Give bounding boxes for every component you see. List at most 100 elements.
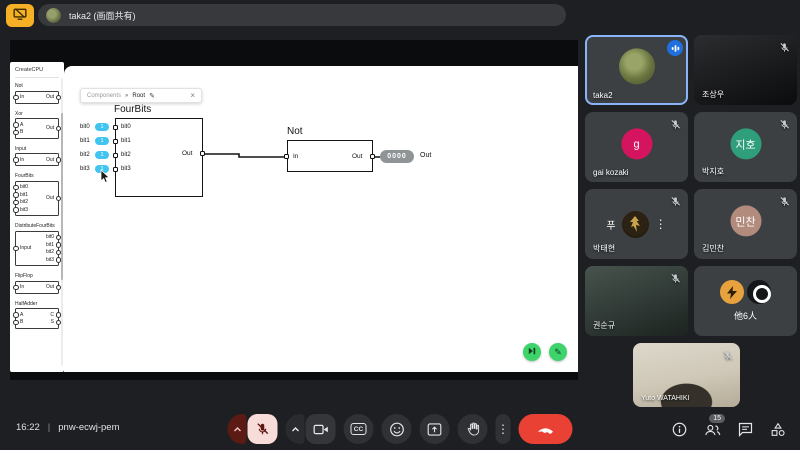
palette-item[interactable]: DistributeFourBits Input bit0bit1bit2bit… — [15, 223, 59, 266]
participant-tile[interactable]: ⋮ 권순규 권순규 — [585, 266, 688, 336]
end-call-button[interactable] — [519, 414, 573, 444]
palette-item-inputs: AB — [20, 122, 23, 136]
input-port[interactable] — [113, 167, 118, 172]
palette-item-box[interactable]: bit0bit1bit2bit3 Out — [15, 181, 59, 217]
participant-tile[interactable]: ⋮ 조상우 조상우 — [694, 35, 797, 105]
edit-icon[interactable]: ✎ — [149, 92, 155, 100]
raise-hand-button[interactable] — [458, 414, 488, 444]
port-label: Out — [46, 125, 54, 131]
output-value-pill: 0000 — [380, 150, 414, 163]
palette-item[interactable]: Xor AB Out — [15, 111, 59, 139]
palette-item-box[interactable]: AB CS — [15, 308, 59, 329]
palette-item[interactable]: FourBits bit0bit1bit2bit3 Out — [15, 173, 59, 216]
output-label: Out — [420, 152, 431, 159]
participant-name: 김민찬 — [702, 243, 724, 254]
activities-button[interactable] — [770, 422, 786, 437]
palette-item-inputs: bit0bit1bit2bit3 — [20, 184, 28, 213]
bit-toggle[interactable]: 1 — [95, 165, 109, 173]
fourbits-out-port[interactable] — [200, 151, 205, 156]
fourbits-input-row: bit2 1 bit2 — [80, 151, 150, 160]
captions-button[interactable]: CC — [344, 414, 374, 444]
step-button[interactable] — [523, 343, 541, 361]
reactions-button[interactable] — [382, 414, 412, 444]
more-options-button[interactable]: ⋮ — [496, 414, 511, 444]
mic-off-icon — [779, 40, 790, 58]
screen-share-pill[interactable]: taka2 (画面共有) — [38, 4, 566, 26]
present-screen-icon — [428, 423, 442, 436]
port-label: In — [20, 157, 24, 163]
participant-tile[interactable]: 지호 ⋮ 박지호 박지호 — [694, 112, 797, 182]
present-button[interactable] — [420, 414, 450, 444]
not-out-port[interactable] — [370, 154, 375, 159]
participant-tile[interactable]: 푸 ⋮ 박태현 박태현 — [585, 189, 688, 259]
port-label: bit2 — [121, 152, 131, 158]
breadcrumb-current[interactable]: Root — [132, 93, 145, 99]
avatar-initials: 민찬 — [735, 213, 755, 229]
mic-off-icon — [670, 271, 681, 289]
lightning-icon — [727, 286, 737, 299]
palette-item-box[interactable]: In Out — [15, 153, 59, 166]
captions-icon: CC — [351, 423, 366, 435]
palette-item-box[interactable]: AB Out — [15, 118, 59, 139]
bit-toggle[interactable]: 1 — [95, 151, 109, 159]
port-label: A — [20, 122, 23, 128]
fourbits-input-row: bit3 1 bit3 — [80, 165, 150, 174]
port-label: bit2 — [46, 249, 54, 255]
camera-toggle-button[interactable] — [306, 414, 336, 444]
breadcrumb-section[interactable]: Components — [87, 93, 121, 99]
avatar — [619, 48, 655, 84]
palette-item-box[interactable]: In Out — [15, 281, 59, 294]
people-icon — [704, 423, 721, 437]
end-call-icon — [537, 425, 555, 434]
input-port[interactable] — [113, 139, 118, 144]
control-bar: 16:22 | pnw-ecwj-pem CC — [0, 408, 800, 450]
presenter-avatar — [46, 8, 61, 23]
port-label: bit1 — [121, 138, 131, 144]
palette-list: Not In Out Xor — [15, 83, 59, 329]
port-label: Out — [46, 157, 54, 163]
info-button[interactable] — [672, 422, 687, 437]
palette-item-box[interactable]: In Out — [15, 91, 59, 104]
scrollbar-thumb[interactable] — [61, 113, 64, 280]
mic-off-icon — [779, 117, 790, 135]
mic-control-group — [228, 414, 278, 444]
people-button[interactable]: 15 — [704, 423, 721, 437]
input-port[interactable] — [113, 125, 118, 130]
circuit-canvas[interactable]: Components » Root ✎ × FourBits bit0 1 bi… — [64, 66, 578, 372]
avatar — [720, 280, 744, 304]
palette-scrollbar[interactable] — [61, 78, 64, 366]
close-icon[interactable]: × — [190, 91, 195, 100]
input-port[interactable] — [113, 153, 118, 158]
presentation-warning-button[interactable] — [6, 4, 34, 27]
port-label: bit0 — [46, 234, 54, 240]
edit-mode-button[interactable]: ✎ — [549, 343, 567, 361]
mic-toggle-button[interactable] — [248, 414, 278, 444]
participant-tile[interactable]: ⋮ 他6人 他6人 — [694, 266, 797, 336]
share-pill-label: taka2 (画面共有) — [69, 9, 136, 22]
camera-icon — [313, 423, 328, 436]
bit-toggle[interactable]: 1 — [95, 137, 109, 145]
chat-button[interactable] — [738, 422, 753, 437]
not-in-port[interactable] — [284, 154, 289, 159]
hand-icon — [466, 422, 479, 436]
presentation-off-icon — [13, 8, 27, 23]
avatar-initials: 푸 — [606, 217, 615, 232]
port-label: In — [20, 94, 24, 100]
self-view-tile[interactable]: Yuto WATAHIKI — [633, 343, 740, 407]
participant-tile[interactable]: 민찬 ⋮ 김민찬 김민찬 — [694, 189, 797, 259]
port-label: S — [50, 319, 54, 325]
palette-item[interactable]: Not In Out — [15, 83, 59, 104]
mic-options-button[interactable] — [228, 414, 247, 444]
port-label: bit0 — [20, 184, 28, 190]
palette-item-box[interactable]: Input bit0bit1bit2bit3 — [15, 231, 59, 267]
palette-item[interactable]: HalfAdder AB CS — [15, 301, 59, 329]
participant-name: 박지호 — [702, 166, 724, 177]
camera-options-button[interactable] — [286, 414, 305, 444]
participant-tile[interactable]: ⋮ taka2 taka2 — [585, 35, 688, 105]
more-options-icon[interactable]: ⋮ — [655, 217, 667, 231]
participant-tile[interactable]: g ⋮ gai kozaki gai kozaki — [585, 112, 688, 182]
palette-item[interactable]: FlipFlop In Out — [15, 273, 59, 294]
palette-item-outputs: bit0bit1bit2bit3 — [46, 234, 54, 263]
palette-item[interactable]: Input In Out — [15, 146, 59, 167]
bit-toggle[interactable]: 1 — [95, 123, 109, 131]
